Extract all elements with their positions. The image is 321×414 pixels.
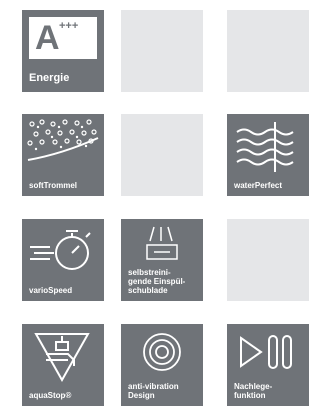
empty-tile <box>121 10 203 92</box>
feature-tile-aquastop: aquaStop® <box>22 324 104 406</box>
vibration-rings-icon <box>143 333 181 371</box>
feature-tile-selbstreinigend: selbstreini- gende Einspül- schublade <box>121 219 203 301</box>
feature-tile-waterperfect: waterPerfect <box>227 114 309 196</box>
play-pause-icon <box>240 335 292 369</box>
empty-tile <box>227 10 309 92</box>
empty-tile <box>121 114 203 196</box>
feature-label: selbstreini- gende Einspül- schublade <box>128 268 186 295</box>
energy-grade-plus: +++ <box>59 20 79 32</box>
feature-label: varioSpeed <box>29 286 73 295</box>
feature-label: Nachlege- funktion <box>234 382 273 400</box>
feature-label: waterPerfect <box>234 181 283 190</box>
tap-shield-icon <box>34 333 90 383</box>
feature-tile-softtrommel: softTrommel <box>22 114 104 196</box>
energy-grade: A <box>35 19 60 57</box>
feature-tile-variospeed: varioSpeed <box>22 219 104 301</box>
feature-tile-nachlegefunktion: Nachlege- funktion <box>227 324 309 406</box>
feature-tile-energie: A +++ Energie <box>22 10 104 92</box>
water-waves-icon <box>236 122 294 172</box>
feature-label: anti-vibration Design <box>128 382 179 400</box>
energy-label-icon: A +++ <box>29 17 97 59</box>
empty-tile <box>227 219 309 301</box>
stopwatch-icon <box>30 230 91 270</box>
feature-tile-antivibration: anti-vibration Design <box>121 324 203 406</box>
feature-label: Energie <box>29 72 70 84</box>
drum-dots-icon <box>27 119 99 161</box>
feature-label: aquaStop® <box>29 391 72 400</box>
detergent-drawer-icon <box>146 226 178 260</box>
feature-label: softTrommel <box>29 181 78 190</box>
